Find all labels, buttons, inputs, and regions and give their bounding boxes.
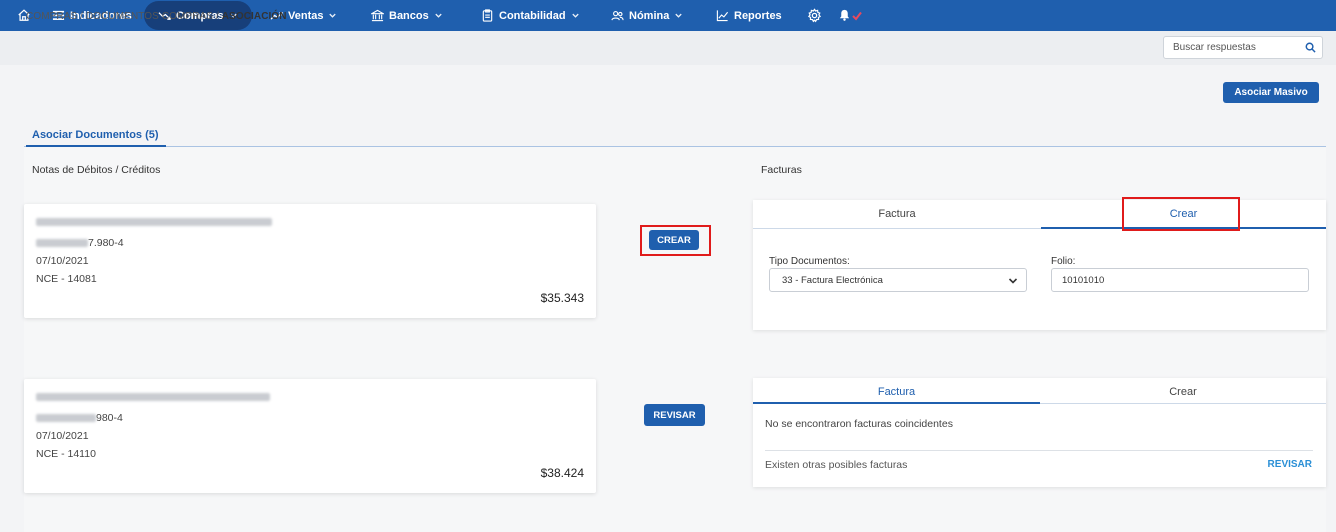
revisar-link[interactable]: REVISAR — [1268, 459, 1312, 470]
divider — [765, 450, 1313, 451]
revisar-button[interactable]: REVISAR — [644, 404, 705, 426]
nav-contabilidad[interactable]: Contabilidad — [481, 0, 580, 31]
folio-label: Folio: — [1051, 256, 1076, 267]
supplier-rut: 7.980-4 — [36, 237, 124, 249]
nav-bancos[interactable]: Bancos — [371, 0, 443, 31]
note-amount: $35.343 — [540, 291, 584, 305]
tipo-documentos-label: Tipo Documentos: — [769, 256, 850, 267]
breadcrumb-current: ASOCIACIÓN — [221, 11, 287, 22]
tab-crear[interactable]: Crear — [1040, 378, 1326, 405]
breadcrumb-bar — [0, 31, 1336, 65]
note-card: 980-4 07/10/2021 NCE - 14110 $38.424 — [24, 379, 596, 493]
invoice-create-box: Factura Crear Tipo Documentos: 33 - Fact… — [753, 200, 1326, 330]
no-matches-text: No se encontraron facturas coincidentes — [765, 418, 953, 430]
supplier-rut-suffix: 980-4 — [96, 412, 123, 424]
nav-contabilidad-label: Contabilidad — [499, 9, 566, 22]
invoices-column-title: Facturas — [761, 164, 802, 176]
gear-icon[interactable] — [807, 8, 822, 23]
note-date: 07/10/2021 — [36, 430, 89, 442]
invoice-match-box: Factura Crear No se encontraron facturas… — [753, 378, 1326, 487]
note-folio: NCE - 14081 — [36, 273, 97, 285]
tipo-documentos-select[interactable]: 33 - Factura Electrónica — [769, 268, 1027, 292]
search-input[interactable] — [1173, 42, 1301, 53]
notes-column-title: Notas de Débitos / Créditos — [32, 164, 161, 176]
highlight-box — [1122, 197, 1240, 231]
clipboard-icon — [482, 9, 493, 22]
tab-factura[interactable]: Factura — [753, 200, 1041, 227]
chevron-down-icon — [329, 13, 337, 18]
active-tab-indicator — [753, 402, 1040, 404]
note-card: 7.980-4 07/10/2021 NCE - 14081 $35.343 — [24, 204, 596, 318]
notification-alert-icon — [852, 11, 862, 21]
folio-value: 10101010 — [1062, 275, 1105, 286]
breadcrumb: COMPRAS / DOCUMENTOS COMPRAS / ASOCIACIÓ… — [26, 11, 287, 22]
nav-ventas-label: Ventas — [288, 9, 324, 22]
nav-nomina[interactable]: Nómina — [611, 0, 683, 31]
tab-asociar-documentos[interactable]: Asociar Documentos (5) — [32, 129, 159, 141]
nav-nomina-label: Nómina — [629, 9, 670, 22]
note-date: 07/10/2021 — [36, 255, 89, 267]
supplier-rut-suffix: 7.980-4 — [88, 237, 124, 249]
chevron-down-icon — [1008, 278, 1018, 284]
note-folio: NCE - 14110 — [36, 448, 96, 460]
tab-underline — [753, 228, 1041, 229]
chevron-down-icon — [571, 13, 579, 18]
chart-line-icon — [716, 10, 729, 22]
chevron-down-icon — [675, 13, 683, 18]
tab-underline — [1040, 403, 1326, 404]
nav-reportes[interactable]: Reportes — [716, 0, 782, 31]
search-box[interactable] — [1163, 36, 1323, 59]
users-icon — [611, 11, 624, 21]
supplier-name-redacted — [36, 216, 272, 228]
breadcrumb-path[interactable]: COMPRAS / DOCUMENTOS COMPRAS / — [26, 11, 219, 22]
bell-icon[interactable] — [838, 8, 851, 22]
highlight-box — [640, 225, 711, 256]
supplier-rut: 980-4 — [36, 412, 123, 424]
search-icon[interactable] — [1305, 42, 1316, 53]
asociar-masivo-button[interactable]: Asociar Masivo — [1223, 82, 1319, 103]
bank-icon — [371, 9, 384, 22]
nav-bancos-label: Bancos — [389, 9, 429, 22]
note-amount: $38.424 — [540, 466, 584, 480]
tab-factura[interactable]: Factura — [753, 378, 1040, 405]
nav-reportes-label: Reportes — [734, 9, 782, 22]
supplier-name-redacted — [36, 391, 270, 403]
other-invoices-text: Existen otras posibles facturas — [765, 459, 908, 471]
tipo-documentos-value: 33 - Factura Electrónica — [782, 275, 883, 286]
chevron-down-icon — [435, 13, 442, 18]
folio-input[interactable]: 10101010 — [1051, 268, 1309, 292]
